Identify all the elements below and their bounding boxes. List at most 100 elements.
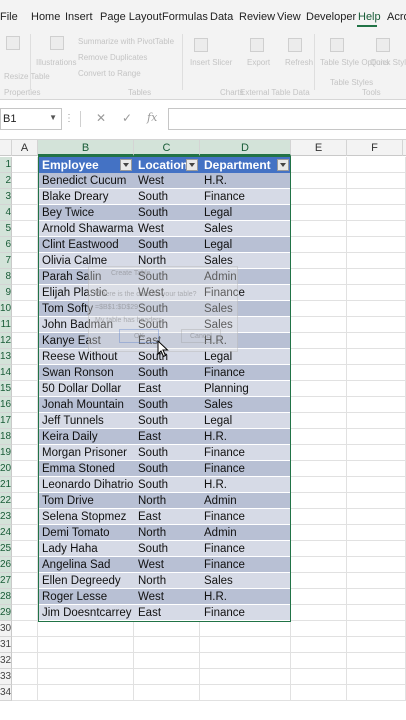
table-cell[interactable]: Leonardo Dihatrio <box>38 477 134 493</box>
row-header[interactable]: 5 <box>0 221 12 237</box>
empty-cell[interactable] <box>12 509 38 525</box>
empty-cell[interactable] <box>12 573 38 589</box>
empty-cell[interactable] <box>291 573 347 589</box>
empty-cell[interactable] <box>200 669 291 685</box>
row-header[interactable]: 7 <box>0 253 12 269</box>
empty-cell[interactable] <box>347 509 406 525</box>
empty-cell[interactable] <box>291 461 347 477</box>
row-header[interactable]: 24 <box>0 525 12 541</box>
empty-cell[interactable] <box>347 317 406 333</box>
table-cell[interactable]: Finance <box>200 509 291 525</box>
empty-cell[interactable] <box>291 205 347 221</box>
empty-cell[interactable] <box>12 397 38 413</box>
empty-cell[interactable] <box>12 685 38 701</box>
table-cell[interactable]: Admin <box>200 525 291 541</box>
column-header-c[interactable]: C <box>134 140 200 156</box>
empty-cell[interactable] <box>291 381 347 397</box>
summarize-pivot-label[interactable]: Summarize with PivotTable <box>78 37 174 46</box>
empty-cell[interactable] <box>12 333 38 349</box>
empty-cell[interactable] <box>347 605 406 621</box>
empty-cell[interactable] <box>347 669 406 685</box>
empty-cell[interactable] <box>12 237 38 253</box>
export-label[interactable]: Export <box>247 58 270 67</box>
empty-cell[interactable] <box>347 445 406 461</box>
table-cell[interactable]: H.R. <box>200 477 291 493</box>
tab-file[interactable]: File <box>0 11 18 23</box>
table-cell[interactable]: H.R. <box>200 173 291 189</box>
empty-cell[interactable] <box>12 221 38 237</box>
row-header[interactable]: 16 <box>0 397 12 413</box>
empty-cell[interactable] <box>291 685 347 701</box>
table-cell[interactable]: Finance <box>200 461 291 477</box>
row-header[interactable]: 25 <box>0 541 12 557</box>
empty-cell[interactable] <box>347 541 406 557</box>
empty-cell[interactable] <box>347 285 406 301</box>
table-cell[interactable]: Roger Lesse <box>38 589 134 605</box>
table-cell[interactable]: Arnold Shawarma <box>38 221 134 237</box>
name-box[interactable]: B1 ▼ <box>0 108 62 130</box>
empty-cell[interactable] <box>347 637 406 653</box>
table-cell[interactable]: Sales <box>200 397 291 413</box>
empty-cell[interactable] <box>291 525 347 541</box>
empty-cell[interactable] <box>12 381 38 397</box>
empty-cell[interactable] <box>347 301 406 317</box>
table-cell[interactable]: Morgan Prisoner <box>38 445 134 461</box>
table-cell[interactable]: Finance <box>200 605 291 621</box>
table-cell[interactable]: East <box>134 381 200 397</box>
empty-cell[interactable] <box>134 653 200 669</box>
filter-dropdown-icon[interactable] <box>277 159 289 171</box>
table-cell[interactable]: South <box>134 461 200 477</box>
empty-cell[interactable] <box>291 413 347 429</box>
row-header[interactable]: 2 <box>0 173 12 189</box>
table-cell[interactable]: North <box>134 525 200 541</box>
empty-cell[interactable] <box>200 685 291 701</box>
empty-cell[interactable] <box>347 685 406 701</box>
enter-icon[interactable]: ✓ <box>122 111 132 125</box>
table-cell[interactable]: Selena Stopmez <box>38 509 134 525</box>
quick-styles-label[interactable]: Quick Styles <box>370 58 406 67</box>
empty-cell[interactable] <box>347 429 406 445</box>
empty-cell[interactable] <box>347 493 406 509</box>
table-cell[interactable]: Legal <box>200 413 291 429</box>
empty-cell[interactable] <box>347 573 406 589</box>
row-header[interactable]: 4 <box>0 205 12 221</box>
empty-cell[interactable] <box>347 221 406 237</box>
tab-acrobat[interactable]: Acro <box>387 11 406 23</box>
tab-help[interactable]: Help <box>358 11 381 23</box>
empty-cell[interactable] <box>12 269 38 285</box>
table-cell[interactable]: South <box>134 237 200 253</box>
table-header-cell[interactable]: Location <box>134 157 200 173</box>
table-cell[interactable]: Finance <box>200 189 291 205</box>
dialog-cancel-button[interactable]: Cancel <box>181 329 221 343</box>
empty-cell[interactable] <box>12 557 38 573</box>
empty-cell[interactable] <box>291 669 347 685</box>
empty-cell[interactable] <box>12 477 38 493</box>
empty-cell[interactable] <box>291 349 347 365</box>
empty-cell[interactable] <box>12 253 38 269</box>
empty-cell[interactable] <box>291 269 347 285</box>
table-cell[interactable]: Legal <box>200 205 291 221</box>
table-cell[interactable]: Sales <box>200 573 291 589</box>
row-header[interactable]: 34 <box>0 685 12 701</box>
empty-cell[interactable] <box>12 525 38 541</box>
row-header[interactable]: 29 <box>0 605 12 621</box>
table-cell[interactable]: North <box>134 493 200 509</box>
empty-cell[interactable] <box>12 621 38 637</box>
row-header[interactable]: 27 <box>0 573 12 589</box>
filter-dropdown-icon[interactable] <box>186 159 198 171</box>
row-header[interactable]: 32 <box>0 653 12 669</box>
table-cell[interactable]: Finance <box>200 557 291 573</box>
empty-cell[interactable] <box>347 381 406 397</box>
row-header[interactable]: 1 <box>0 157 12 173</box>
table-cell[interactable]: North <box>134 573 200 589</box>
empty-cell[interactable] <box>12 349 38 365</box>
column-header-b[interactable]: B <box>38 140 134 156</box>
empty-cell[interactable] <box>38 685 134 701</box>
table-cell[interactable]: Finance <box>200 445 291 461</box>
empty-cell[interactable] <box>347 253 406 269</box>
empty-cell[interactable] <box>200 621 291 637</box>
row-header[interactable]: 28 <box>0 589 12 605</box>
row-header[interactable]: 23 <box>0 509 12 525</box>
table-cell[interactable]: West <box>134 221 200 237</box>
tab-home[interactable]: Home <box>31 11 60 23</box>
